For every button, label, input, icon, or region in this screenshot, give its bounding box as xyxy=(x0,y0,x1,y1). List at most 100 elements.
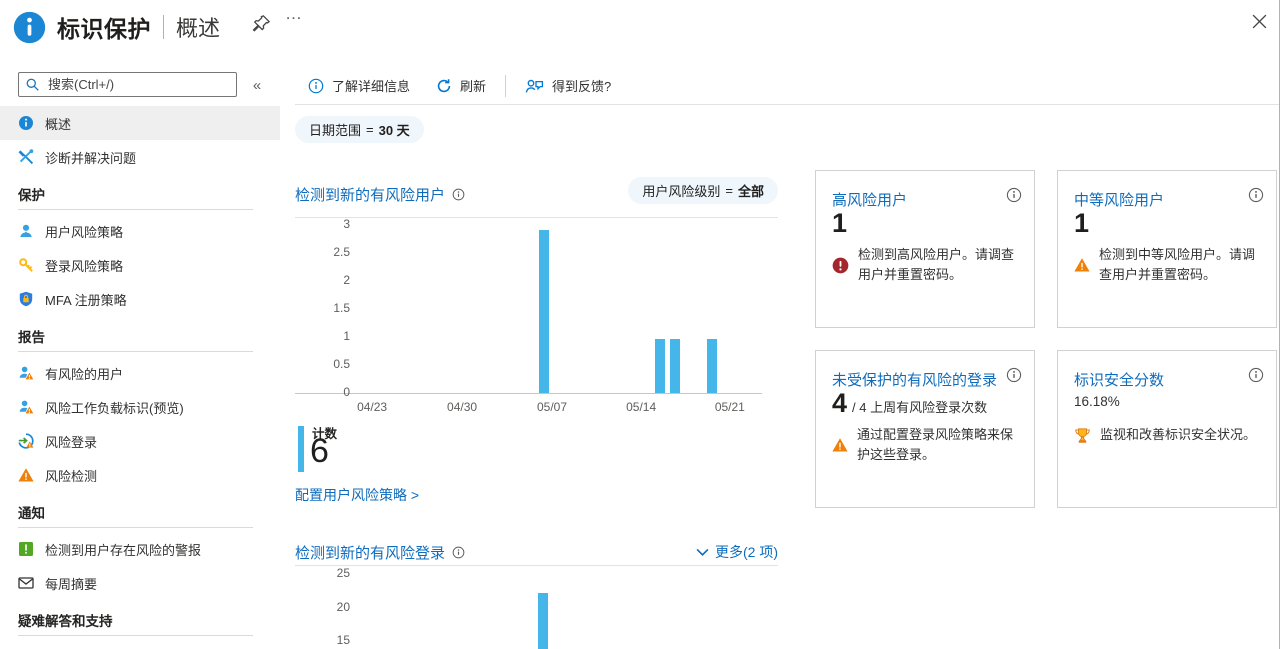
y-axis-tick-label: 3 xyxy=(343,217,350,231)
error-badge-icon xyxy=(832,246,849,284)
card-description: 检测到高风险用户。请调查用户并重置密码。 xyxy=(832,245,1024,284)
card-description: 通过配置登录风险策略来保护这些登录。 xyxy=(832,425,1024,464)
key-icon xyxy=(18,257,34,273)
bar xyxy=(654,339,665,393)
info-icon[interactable] xyxy=(452,188,465,201)
sidebar-section-title: 通知 xyxy=(18,506,45,521)
chart-title-text: 检测到新的有风险登录 xyxy=(295,545,446,562)
breadcrumb: 标识保护 概述 xyxy=(57,10,220,44)
card-value: 4/ 4 上周有风险登录次数 xyxy=(832,388,988,418)
more-items-link[interactable]: 更多(2 项) xyxy=(696,542,778,562)
x-axis-line xyxy=(295,393,762,394)
divider xyxy=(295,104,1280,105)
info-icon[interactable] xyxy=(452,546,465,559)
more-items-label: 更多(2 项) xyxy=(715,544,778,560)
filter-value: 全部 xyxy=(737,184,764,199)
mail-icon xyxy=(18,575,34,591)
chart-title-text: 检测到新的有风险用户 xyxy=(295,187,446,204)
tools-icon xyxy=(18,149,34,165)
info-icon[interactable] xyxy=(1248,367,1264,383)
sidebar-item[interactable]: 登录风险策略 xyxy=(0,248,280,282)
card-description: 检测到中等风险用户。请调查用户并重置密码。 xyxy=(1074,245,1266,284)
bar xyxy=(669,339,680,393)
bar xyxy=(538,593,549,649)
refresh-icon xyxy=(436,78,452,94)
risky-users-chart-title[interactable]: 检测到新的有风险用户 xyxy=(295,184,465,205)
title-separator xyxy=(163,15,164,39)
x-axis-tick-label: 05/07 xyxy=(536,400,567,414)
card-description-text: 监视和改善标识安全状况。 xyxy=(1100,427,1257,442)
sidebar-item[interactable]: 用户风险策略 xyxy=(0,214,280,248)
search-icon xyxy=(25,77,40,92)
feedback-icon xyxy=(525,78,544,94)
sidebar-item-label: 用户风险策略 xyxy=(45,224,124,240)
filter-value: 30 天 xyxy=(378,123,410,138)
warning-icon xyxy=(1074,246,1090,284)
search-box[interactable] xyxy=(18,72,237,97)
learn-more-button[interactable]: 了解详细信息 xyxy=(295,72,423,99)
x-axis-tick-label: 05/14 xyxy=(626,400,657,414)
sidebar-item[interactable]: 风险登录 xyxy=(0,424,280,458)
sidebar-item[interactable]: 检测到用户存在风险的警报 xyxy=(0,532,280,566)
filter-label: 用户风险级别 xyxy=(642,184,721,199)
pin-icon[interactable] xyxy=(251,13,271,33)
feedback-button[interactable]: 得到反馈? xyxy=(512,72,624,99)
filter-operator: = xyxy=(366,122,374,137)
sidebar-item[interactable]: 概述 xyxy=(0,106,280,140)
y-axis-tick-label: 2.5 xyxy=(333,245,350,259)
info-icon[interactable] xyxy=(1006,367,1022,383)
x-axis-tick-label: 05/21 xyxy=(714,400,745,414)
y-axis-tick-label: 20 xyxy=(336,599,350,614)
shield-icon xyxy=(18,291,34,307)
sidebar-item[interactable]: 诊断并解决问题 xyxy=(0,140,280,174)
legend-swatch xyxy=(298,426,304,472)
sidebar-section-title: 疑难解答和支持 xyxy=(18,614,113,629)
info-icon[interactable] xyxy=(1006,187,1022,203)
user-risk-level-filter-pill[interactable]: 用户风险级别 = 全部 xyxy=(628,177,778,204)
summary-card: 高风险用户 1 检测到高风险用户。请调查用户并重置密码。 xyxy=(815,170,1035,328)
divider xyxy=(18,351,253,352)
divider xyxy=(295,565,778,566)
sidebar-item-label: 检测到用户存在风险的警报 xyxy=(45,542,202,558)
info-icon xyxy=(18,115,34,131)
alert-icon xyxy=(18,541,34,557)
card-title-link[interactable]: 标识安全分数 xyxy=(1074,369,1164,390)
collapse-sidebar-icon[interactable]: « xyxy=(245,74,269,96)
sidebar-item[interactable]: 风险检测 xyxy=(0,458,280,492)
y-axis-tick-label: 1 xyxy=(343,329,350,343)
sidebar-item[interactable]: 风险工作负载标识(预览) xyxy=(0,390,280,424)
risky-signins-chart-title[interactable]: 检测到新的有风险登录 xyxy=(295,542,465,563)
sidebar-item[interactable]: MFA 注册策略 xyxy=(0,282,280,316)
feedback-label: 得到反馈? xyxy=(552,79,612,94)
summary-card: 未受保护的有风险的登录 4/ 4 上周有风险登录次数 通过配置登录风险策略来保护这些… xyxy=(815,350,1035,508)
refresh-button[interactable]: 刷新 xyxy=(423,72,499,99)
configure-user-risk-policy-link[interactable]: 配置用户风险策略 > xyxy=(295,485,419,505)
page-subtitle: 概述 xyxy=(176,16,221,41)
date-range-filter-pill[interactable]: 日期范围 = 30 天 xyxy=(295,116,424,143)
page-title: 标识保护 xyxy=(57,16,151,42)
info-icon xyxy=(308,78,324,94)
sidebar-item[interactable]: 有风险的用户 xyxy=(0,356,280,390)
card-description-text: 通过配置登录风险策略来保护这些登录。 xyxy=(857,427,1014,462)
filter-operator: = xyxy=(725,183,733,198)
sidebar-menu: 概述 诊断并解决问题 保护 用户风险策略 登录风险策略 MFA 注册策略 报告 有风险的用户风… xyxy=(0,106,280,640)
card-value: 16.18% xyxy=(1074,394,1120,409)
user-warning-icon xyxy=(18,365,34,381)
more-options-icon[interactable]: … xyxy=(285,4,303,24)
summary-card: 标识安全分数 16.18% 监视和改善标识安全状况。 xyxy=(1057,350,1277,508)
learn-more-label: 了解详细信息 xyxy=(332,79,411,94)
close-icon[interactable] xyxy=(1249,11,1269,31)
search-input[interactable] xyxy=(46,76,230,93)
info-icon[interactable] xyxy=(1248,187,1264,203)
bar xyxy=(706,339,717,393)
trophy-icon xyxy=(1074,426,1091,445)
sidebar-item-label: 风险登录 xyxy=(45,434,98,450)
sidebar-item-label: 诊断并解决问题 xyxy=(45,150,137,166)
sidebar-item-label: 有风险的用户 xyxy=(45,366,124,382)
divider xyxy=(18,527,253,528)
sidebar-item[interactable]: 每周摘要 xyxy=(0,566,280,600)
y-axis-tick-label: 0 xyxy=(343,385,350,399)
y-axis-tick-label: 1.5 xyxy=(333,301,350,315)
signin-warning-icon xyxy=(18,433,34,449)
toolbar-divider xyxy=(505,74,507,97)
